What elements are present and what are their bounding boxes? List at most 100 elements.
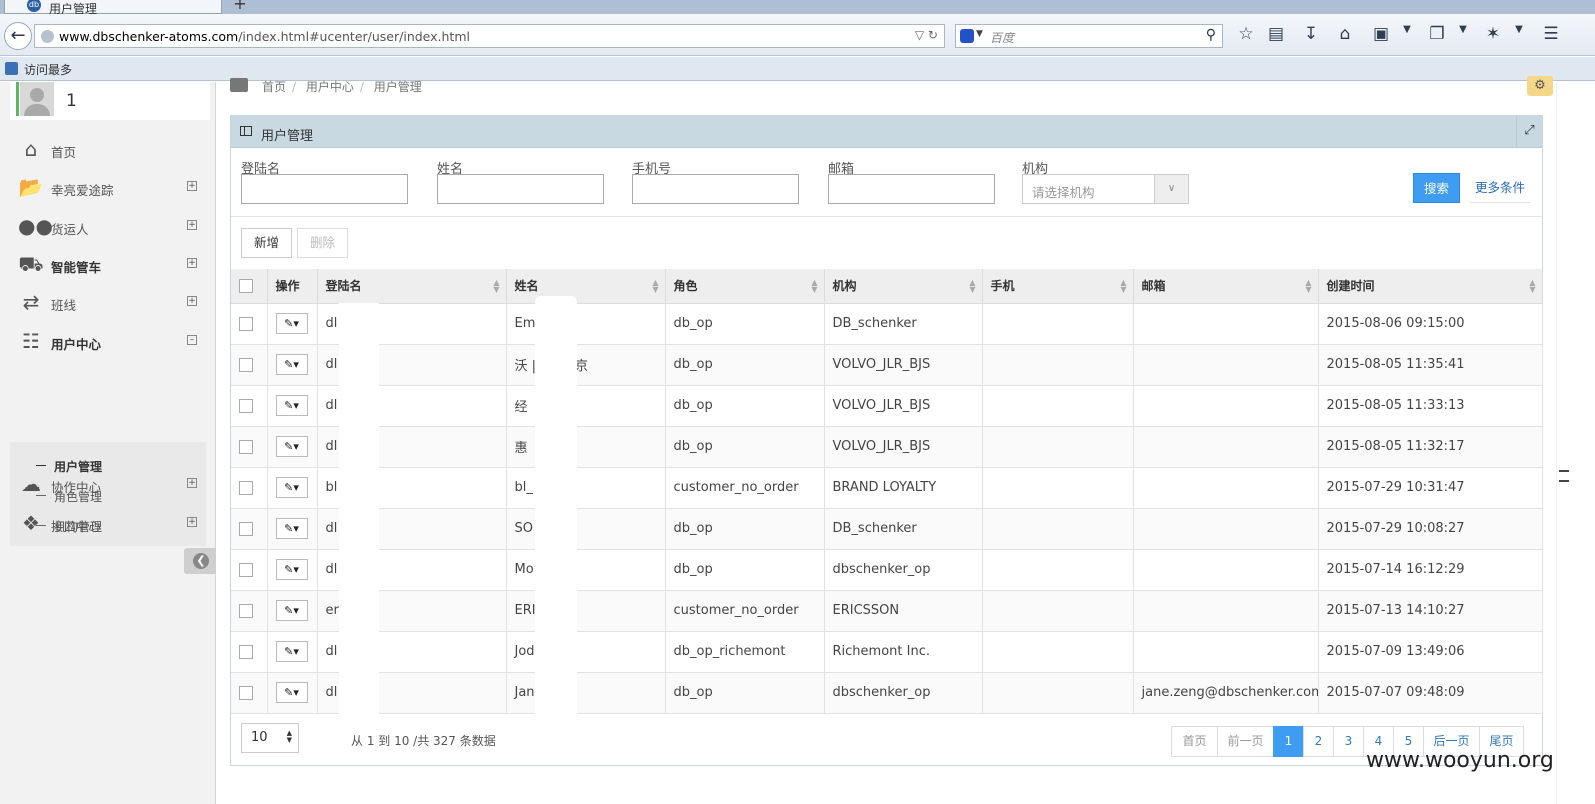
- org-select[interactable]: 请选择机构 ∨: [1022, 174, 1189, 204]
- select-all-checkbox[interactable]: [239, 279, 253, 293]
- addon-icon[interactable]: ✶: [1482, 24, 1504, 44]
- edit-dropdown-button[interactable]: ✎▾: [275, 477, 308, 498]
- chevron-down-icon[interactable]: ▼: [1396, 24, 1418, 35]
- browser-tab[interactable]: db 用户管理: [4, 0, 222, 16]
- sidebar-item-collaboration[interactable]: ☁ 协作中心 +: [0, 465, 215, 503]
- resize-grip-icon[interactable]: [1559, 470, 1569, 482]
- page-size-select[interactable]: 10 ▲ ▼: [241, 723, 299, 753]
- search-bar[interactable]: ▼ 百度 ⚲: [955, 24, 1223, 48]
- extension-icon[interactable]: ❐: [1426, 24, 1448, 44]
- row-checkbox[interactable]: [239, 562, 253, 577]
- chevron-down-icon[interactable]: ▼: [976, 29, 983, 39]
- edit-dropdown-button[interactable]: ✎▾: [275, 354, 308, 375]
- breadcrumb-user-center[interactable]: 用户中心: [306, 80, 354, 94]
- sidebar-item-routes[interactable]: ⇄ 班线 +: [0, 283, 215, 321]
- fullscreen-icon[interactable]: ⤢: [1516, 116, 1542, 147]
- settings-gear-button[interactable]: ⚙: [1527, 76, 1553, 96]
- breadcrumb-home[interactable]: 首页: [262, 80, 286, 94]
- edit-dropdown-button[interactable]: ✎▾: [275, 641, 308, 662]
- table-row: ✎▾ dl Jod db_op_richemont Richemont Inc. 2015…: [231, 631, 1543, 673]
- cell-phone: [982, 631, 1134, 673]
- search-engine-icon[interactable]: [960, 29, 974, 43]
- sidebar-item-interface[interactable]: ❖ 接口中心 +: [0, 504, 215, 542]
- menu-icon[interactable]: ☰: [1540, 24, 1562, 44]
- row-checkbox[interactable]: [239, 398, 253, 413]
- column-header-email[interactable]: 邮箱 ▲ ▼: [1133, 269, 1319, 304]
- column-header-phone[interactable]: 手机 ▲ ▼: [982, 269, 1134, 304]
- column-header-name[interactable]: 姓名 ▲ ▼: [506, 269, 666, 304]
- login-filter-input[interactable]: [241, 174, 408, 204]
- row-checkbox[interactable]: [239, 685, 253, 700]
- column-header-org[interactable]: 机构 ▲ ▼: [824, 269, 983, 304]
- spinner-icon[interactable]: ▲ ▼: [287, 730, 292, 744]
- phone-filter-input[interactable]: [632, 174, 799, 204]
- bookmark-star-icon[interactable]: ☆: [1235, 24, 1257, 44]
- reading-list-icon[interactable]: ▤: [1265, 24, 1287, 44]
- search-icon[interactable]: ⚲: [1206, 27, 1216, 43]
- page-prev[interactable]: 前一页: [1217, 726, 1274, 757]
- page-first[interactable]: 首页: [1171, 726, 1218, 757]
- page-1[interactable]: 1: [1273, 726, 1304, 757]
- expand-icon[interactable]: +: [187, 220, 197, 230]
- expand-icon[interactable]: +: [187, 478, 197, 488]
- cell-email: [1133, 467, 1319, 509]
- edit-dropdown-button[interactable]: ✎▾: [275, 518, 308, 539]
- table-row: ✎▾dl沃 |路虎北京db_opVOLVO_JLR_BJS2015-08-05 …: [231, 344, 1543, 386]
- row-checkbox[interactable]: [239, 439, 253, 454]
- email-filter-input[interactable]: [828, 174, 995, 204]
- bookmark-most-visited[interactable]: 访问最多: [24, 63, 72, 77]
- row-checkbox[interactable]: [239, 521, 253, 536]
- avatar[interactable]: [20, 82, 54, 116]
- column-header-role[interactable]: 角色 ▲ ▼: [665, 269, 825, 304]
- page-3[interactable]: 3: [1333, 726, 1364, 757]
- edit-dropdown-button[interactable]: ✎▾: [275, 559, 308, 580]
- row-checkbox[interactable]: [239, 644, 253, 659]
- expand-icon[interactable]: +: [187, 181, 197, 191]
- name-filter-input[interactable]: [437, 174, 604, 204]
- crop-icon[interactable]: ▣: [1370, 24, 1392, 44]
- chevron-down-icon[interactable]: ▼: [1452, 24, 1474, 35]
- cell-phone: [982, 385, 1134, 427]
- edit-dropdown-button[interactable]: ✎▾: [275, 600, 308, 621]
- collapse-icon[interactable]: –: [187, 335, 197, 345]
- column-header-login[interactable]: 登陆名 ▲ ▼: [317, 269, 507, 304]
- back-button[interactable]: ←: [4, 22, 32, 50]
- edit-dropdown-button[interactable]: ✎▾: [275, 395, 308, 416]
- edit-dropdown-button[interactable]: ✎▾: [275, 436, 308, 457]
- search-button[interactable]: 搜索: [1413, 173, 1460, 203]
- expand-icon[interactable]: +: [187, 296, 197, 306]
- page-2[interactable]: 2: [1303, 726, 1334, 757]
- delete-button[interactable]: 删除: [297, 228, 348, 258]
- url-host: www.dbschenker-atoms.com: [59, 29, 239, 44]
- new-tab-button[interactable]: +: [228, 0, 252, 14]
- download-icon[interactable]: ↧: [1300, 24, 1322, 44]
- row-checkbox[interactable]: [239, 357, 253, 372]
- home-icon[interactable]: ⌂: [1334, 24, 1356, 44]
- expand-icon[interactable]: +: [187, 258, 197, 268]
- sidebar-item-tracking[interactable]: 📂 幸亮爱途踪 +: [0, 168, 215, 206]
- table-header-row: 操作 登陆名 ▲ ▼ 姓名 ▲ ▼ 角色 ▲ ▼ 机构 ▲ ▼ 手机 ▲ ▼ 邮箱 ▲ ▼ 创建时间 ▲ ▼: [231, 269, 1543, 304]
- address-bar[interactable]: www.dbschenker-atoms.com/index.html#ucen…: [34, 24, 945, 48]
- row-checkbox[interactable]: [239, 480, 253, 495]
- row-checkbox[interactable]: [239, 603, 253, 618]
- column-header-created[interactable]: 创建时间 ▲ ▼: [1318, 269, 1543, 304]
- sidebar-collapse-button[interactable]: ❮: [184, 548, 216, 574]
- add-button[interactable]: 新增: [241, 228, 292, 258]
- sidebar-item-user-center[interactable]: ☷ 用户中心 –: [0, 322, 215, 360]
- cell-created: 2015-08-05 11:35:41: [1318, 344, 1543, 386]
- panel-title: 用户管理: [261, 129, 314, 144]
- sidebar-item-fleet[interactable]: ⛟ 智能管车 +: [0, 245, 215, 283]
- more-conditions-button[interactable]: 更多条件: [1470, 173, 1530, 203]
- expand-icon[interactable]: +: [187, 517, 197, 527]
- folder-open-icon: 📂: [18, 175, 44, 199]
- sort-icon: ▲ ▼: [652, 278, 659, 294]
- edit-dropdown-button[interactable]: ✎▾: [275, 682, 308, 703]
- chevron-down-icon[interactable]: ∨: [1154, 175, 1188, 203]
- sidebar-item-home[interactable]: ⌂ 首页: [0, 130, 215, 168]
- edit-dropdown-button[interactable]: ✎▾: [275, 313, 308, 334]
- reload-icon[interactable]: ▽ ↻: [915, 28, 938, 42]
- chevron-down-icon[interactable]: ▼: [1508, 24, 1530, 35]
- row-checkbox[interactable]: [239, 316, 253, 331]
- watermark: www.wooyun.org: [1366, 748, 1554, 773]
- sidebar-item-carriers[interactable]: ●● 货运人 +: [0, 207, 215, 245]
